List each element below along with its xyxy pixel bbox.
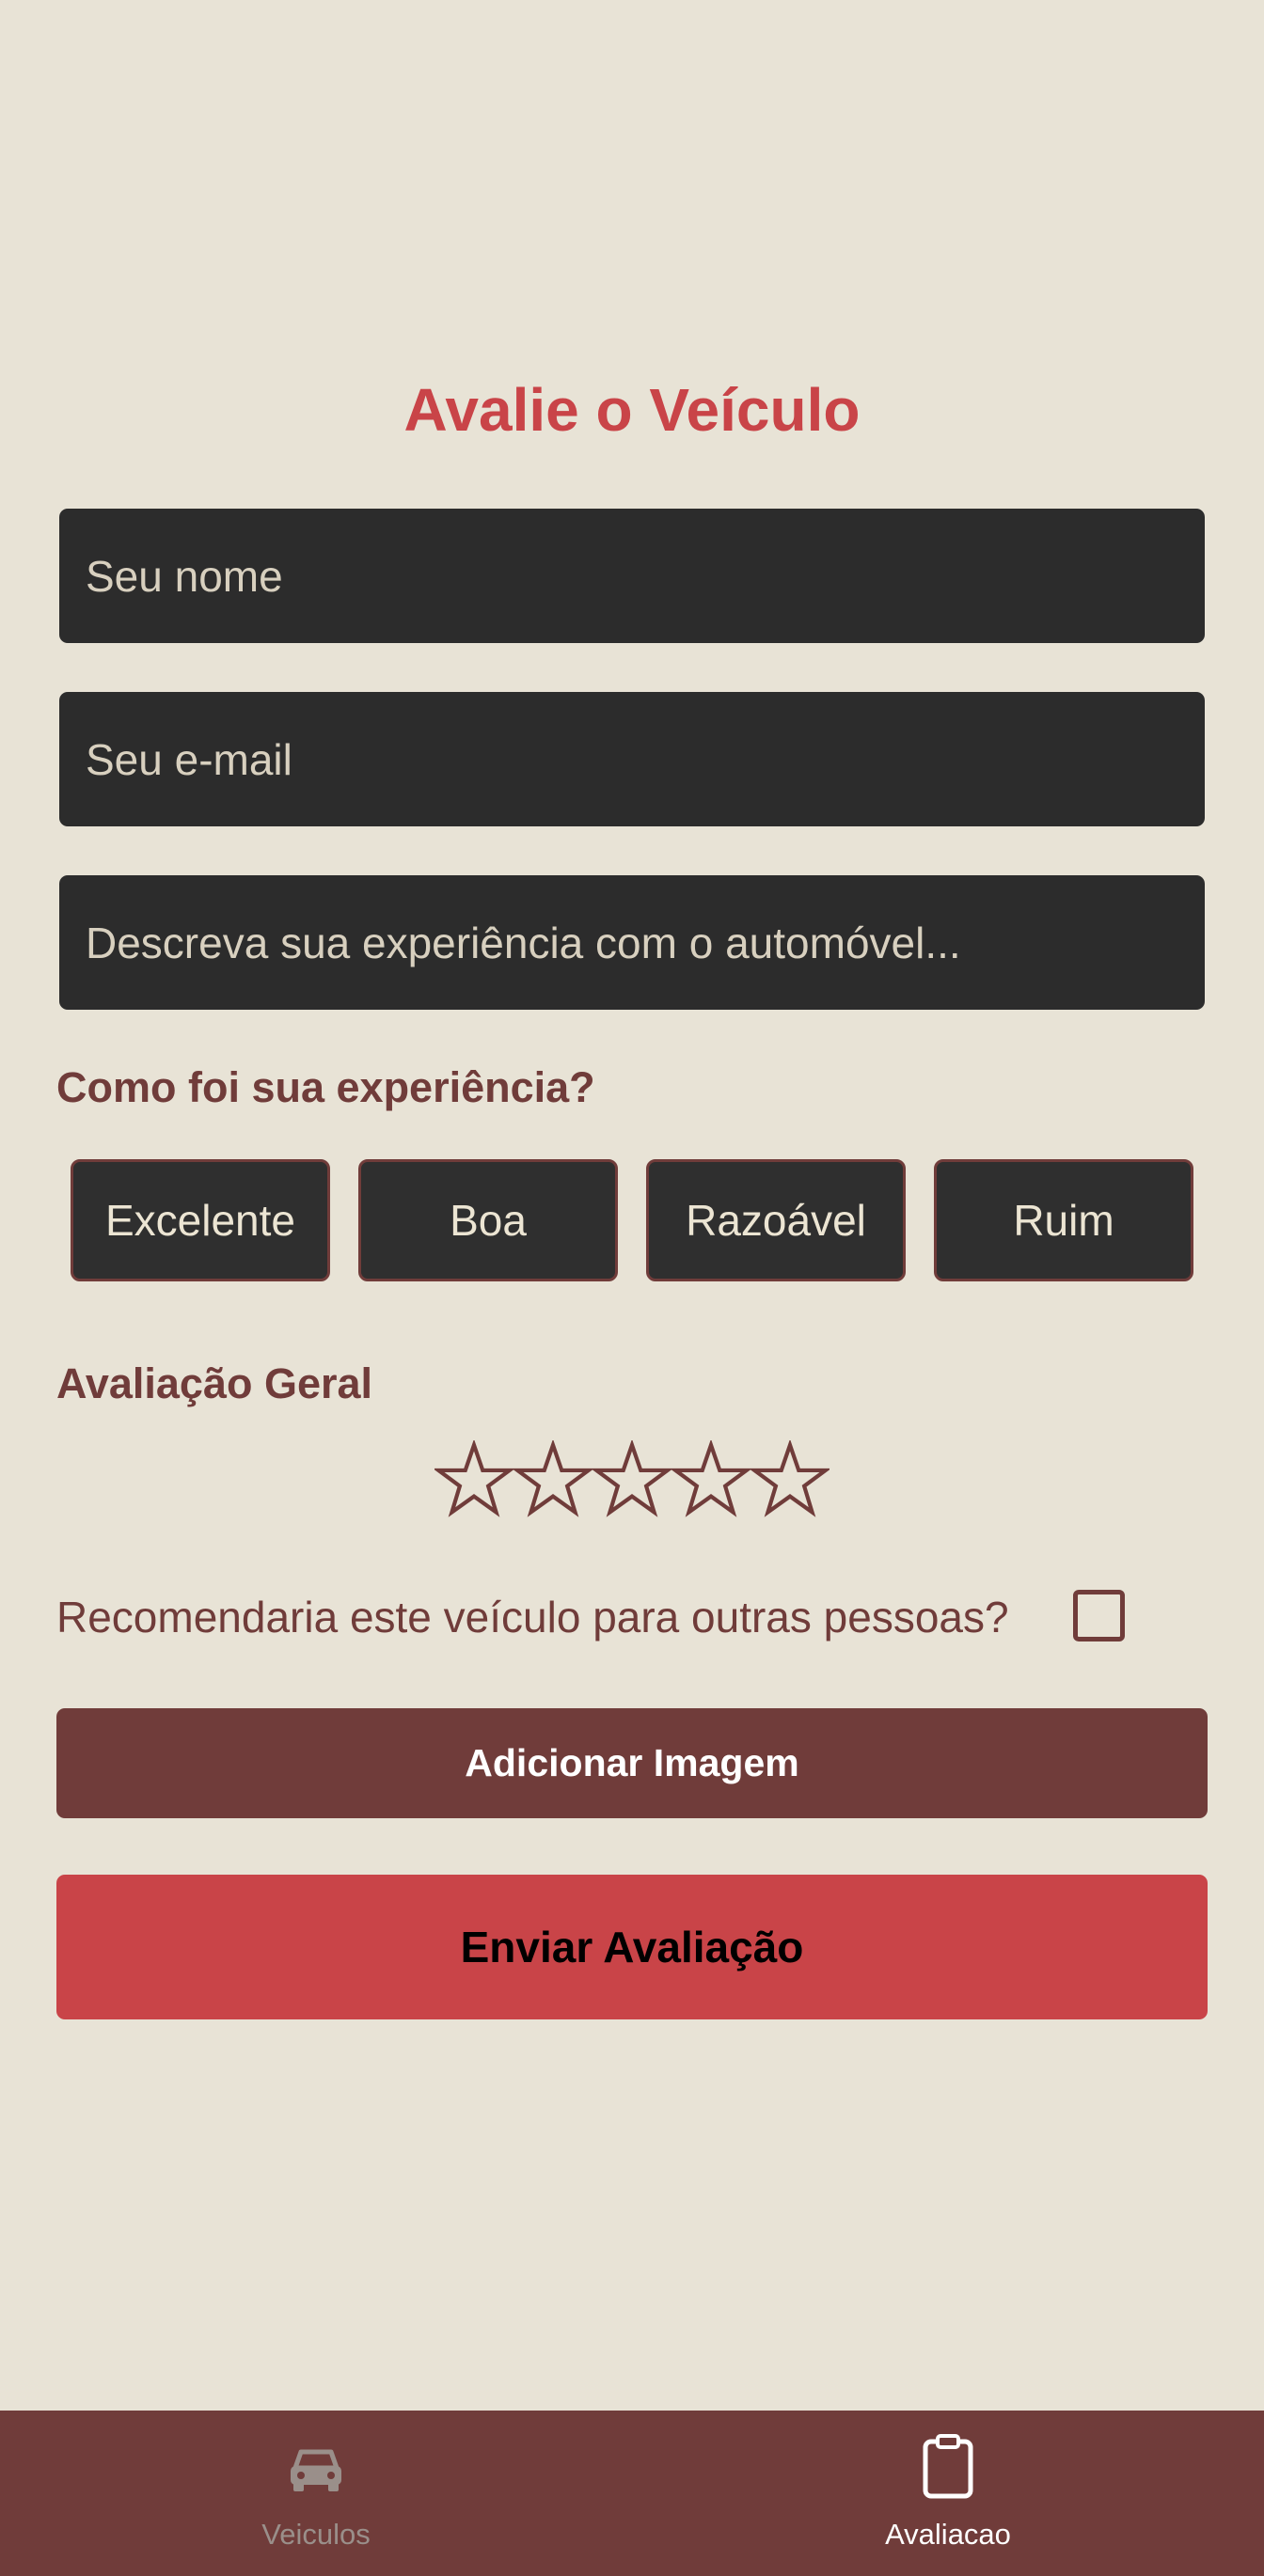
recommend-checkbox[interactable] [1073, 1590, 1125, 1641]
tab-label-veiculos: Veiculos [261, 2518, 371, 2551]
email-input[interactable] [59, 692, 1205, 826]
experience-option-excelente[interactable]: Excelente [71, 1159, 330, 1281]
car-icon [291, 2449, 341, 2491]
star-icon[interactable] [672, 1440, 750, 1519]
star-icon[interactable] [592, 1440, 672, 1519]
experience-option-razoavel[interactable]: Razoável [646, 1159, 906, 1281]
page-title: Avalie o Veículo [403, 376, 861, 444]
tab-label-avaliacao: Avaliacao [885, 2518, 1011, 2551]
submit-review-button[interactable]: Enviar Avaliação [56, 1875, 1208, 2019]
experience-label: Como foi sua experiência? [56, 1063, 595, 1111]
tab-veiculos[interactable]: Veiculos [0, 2411, 632, 2576]
rating-label: Avaliação Geral [56, 1359, 373, 1407]
experience-option-boa[interactable]: Boa [358, 1159, 618, 1281]
star-icon[interactable] [750, 1440, 830, 1519]
star-icon[interactable] [434, 1440, 514, 1519]
name-input[interactable] [59, 509, 1205, 643]
description-input[interactable] [59, 875, 1205, 1010]
add-image-button[interactable]: Adicionar Imagem [56, 1708, 1208, 1818]
tab-avaliacao[interactable]: Avaliacao [632, 2411, 1264, 2576]
clipboard-icon [923, 2434, 973, 2499]
recommend-label: Recomendaria este veículo para outras pe… [56, 1593, 1009, 1641]
experience-option-ruim[interactable]: Ruim [934, 1159, 1193, 1281]
star-icon[interactable] [514, 1440, 592, 1519]
star-rating [434, 1440, 830, 1525]
bottom-tab-bar: Veiculos Avaliacao [0, 2411, 1264, 2576]
